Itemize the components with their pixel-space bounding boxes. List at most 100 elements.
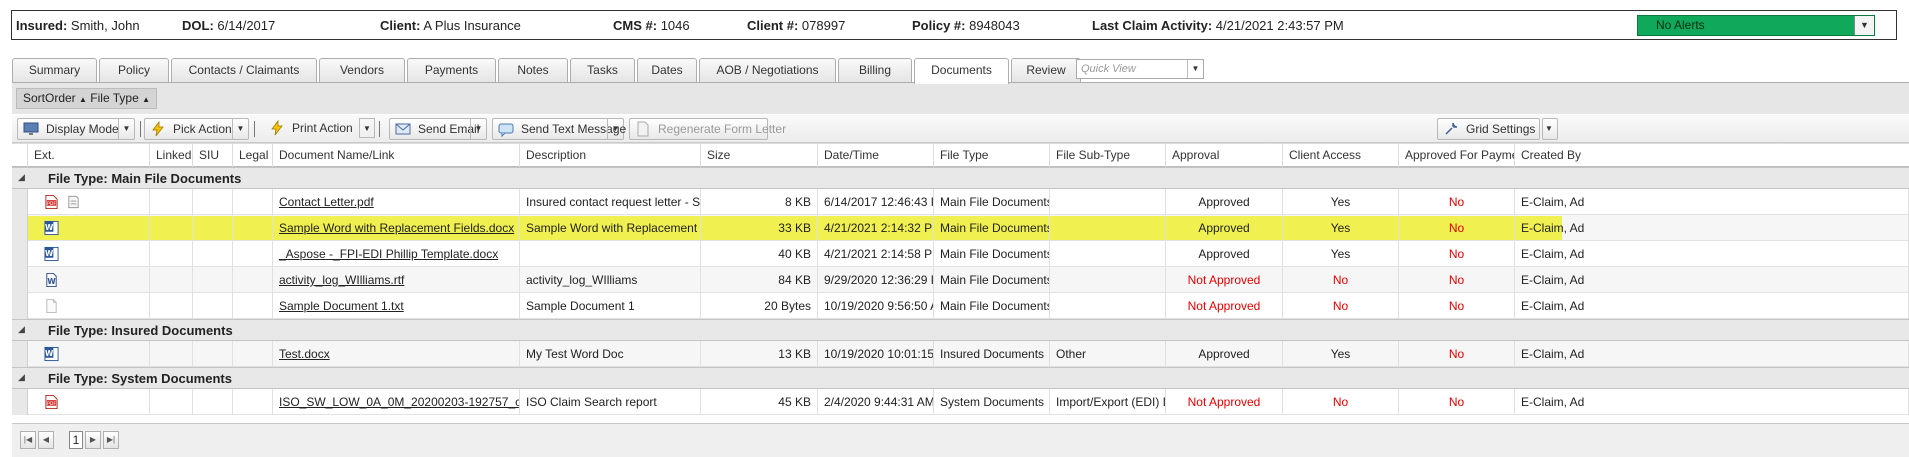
next-page-icon[interactable]: ▶ xyxy=(85,431,101,449)
chevron-down-icon[interactable]: ▼ xyxy=(1187,60,1203,78)
document-link[interactable]: _Aspose -_FPI-EDI Phillip Template.docx xyxy=(273,241,520,267)
display-mode-button[interactable]: Display Mode ▼ xyxy=(17,118,135,140)
word-icon[interactable]: W xyxy=(44,220,59,236)
cell-size: 84 KB xyxy=(701,267,818,293)
row-gutter xyxy=(12,293,28,319)
document-link[interactable]: Test.docx xyxy=(273,341,520,367)
tab-policy[interactable]: Policy xyxy=(99,58,169,82)
cell-empty xyxy=(193,189,233,215)
tab-billing[interactable]: Billing xyxy=(838,58,912,82)
tab-notes[interactable]: Notes xyxy=(498,58,568,82)
chevron-down-icon[interactable]: ▼ xyxy=(470,119,486,139)
grid-settings-button[interactable]: Grid Settings xyxy=(1437,118,1540,140)
col-ext[interactable]: Ext. xyxy=(28,144,150,167)
cell-file-type: Main File Documents xyxy=(934,215,1050,241)
document-link[interactable]: Contact Letter.pdf xyxy=(273,189,520,215)
table-row[interactable]: Wactivity_log_WIlliams.rtf activity_log_W… xyxy=(12,267,1909,293)
col-datetime[interactable]: Date/Time xyxy=(818,144,934,167)
cell-empty xyxy=(150,189,193,215)
collapse-icon[interactable]: ◢ xyxy=(18,172,25,183)
cell-empty xyxy=(233,267,273,293)
document-link[interactable]: Sample Document 1.txt xyxy=(273,293,520,319)
cell-empty xyxy=(193,293,233,319)
group-row[interactable]: ◢ File Type: Insured Documents xyxy=(12,319,1909,341)
chevron-down-icon[interactable]: ▼ xyxy=(1854,16,1874,35)
note-icon[interactable] xyxy=(66,194,81,210)
col-created-by[interactable]: Created By xyxy=(1515,144,1909,167)
chevron-down-icon[interactable]: ▼ xyxy=(118,119,134,139)
tab-payments[interactable]: Payments xyxy=(407,58,496,82)
table-row[interactable]: PDF Contact Letter.pdf Insured contact req… xyxy=(12,189,1909,215)
grid-settings-dropdown[interactable]: ▼ xyxy=(1542,118,1558,140)
tab-dates[interactable]: Dates xyxy=(637,58,697,82)
cell-created-by: E-Claim, Ad xyxy=(1515,215,1909,241)
chevron-down-icon[interactable]: ▼ xyxy=(232,119,248,139)
cell-created-by: E-Claim, Ad xyxy=(1515,267,1909,293)
pick-action-button[interactable]: Pick Action ▼ xyxy=(144,118,249,140)
pdf-icon[interactable]: PDF xyxy=(44,394,59,410)
quick-view-placeholder: Quick View xyxy=(1081,63,1136,75)
word-icon[interactable]: W xyxy=(44,246,59,262)
col-siu[interactable]: SIU xyxy=(193,144,233,167)
cell-file-type: Main File Documents xyxy=(934,293,1050,319)
collapse-icon[interactable]: ◢ xyxy=(18,324,25,335)
tab-vendors[interactable]: Vendors xyxy=(319,58,405,82)
document-link[interactable]: Sample Word with Replacement Fields.docx xyxy=(273,215,520,241)
text-file-icon[interactable] xyxy=(44,298,59,314)
chevron-down-icon[interactable]: ▼ xyxy=(1541,119,1557,139)
tab-tasks[interactable]: Tasks xyxy=(570,58,635,82)
regenerate-form-letter-button[interactable]: Regenerate Form Letter xyxy=(629,118,786,140)
send-text-message-button[interactable]: Send Text Message ▼ xyxy=(492,118,626,140)
cell-file-sub-type xyxy=(1050,267,1166,293)
col-client-access[interactable]: Client Access xyxy=(1283,144,1399,167)
table-row[interactable]: W Sample Word with Replacement Fields.doc… xyxy=(12,215,1909,241)
col-file-type[interactable]: File Type xyxy=(934,144,1050,167)
col-file-sub-type[interactable]: File Sub-Type xyxy=(1050,144,1166,167)
previous-page-icon[interactable]: ◀ xyxy=(38,431,54,449)
envelope-icon xyxy=(395,123,411,135)
document-link[interactable]: ISO_SW_LOW_0A_0M_20200203-192757_cms1046… xyxy=(273,389,520,415)
tab-summary[interactable]: Summary xyxy=(12,58,97,82)
pdf-icon[interactable]: PDF xyxy=(44,194,59,210)
table-row[interactable]: W _Aspose -_FPI-EDI Phillip Template.docx… xyxy=(12,241,1909,267)
cell-client-access: No xyxy=(1283,389,1399,415)
table-row[interactable]: Sample Document 1.txt Sample Document 1 20… xyxy=(12,293,1909,319)
tab-contacts-claimants[interactable]: Contacts / Claimants xyxy=(171,58,317,82)
alerts-dropdown[interactable]: No Alerts ▼ xyxy=(1637,15,1875,36)
print-action-button[interactable]: Print Action ▼ xyxy=(264,118,375,140)
col-linked[interactable]: Linked xyxy=(150,144,193,167)
chevron-down-icon[interactable]: ▼ xyxy=(359,118,375,138)
group-row[interactable]: ◢ File Type: Main File Documents xyxy=(12,167,1909,189)
last-page-icon[interactable]: ▶| xyxy=(103,431,119,449)
col-size[interactable]: Size xyxy=(701,144,818,167)
cell-approval: Not Approved xyxy=(1166,293,1283,319)
cell-file-sub-type xyxy=(1050,241,1166,267)
col-document-name[interactable]: Document Name/Link xyxy=(273,144,520,167)
document-toolbar: Display Mode ▼ Pick Action ▼ Print Actio… xyxy=(12,115,1909,143)
table-row[interactable]: PDF ISO_SW_LOW_0A_0M_20200203-192757_cms1… xyxy=(12,389,1909,415)
row-gutter xyxy=(12,341,28,367)
word-icon[interactable]: W xyxy=(44,346,59,362)
send-email-button[interactable]: Send Email ▼ xyxy=(389,118,487,140)
col-legal[interactable]: Legal xyxy=(233,144,273,167)
cell-client-access: Yes xyxy=(1283,189,1399,215)
rtf-icon[interactable]: W xyxy=(44,272,59,288)
table-row[interactable]: W Test.docx My Test Word Doc 13 KB 10/19/202… xyxy=(12,341,1909,367)
tab-review[interactable]: Review xyxy=(1011,58,1081,82)
tab-documents[interactable]: Documents xyxy=(914,58,1009,84)
col-description[interactable]: Description xyxy=(520,144,701,167)
tab-aob-negotiations[interactable]: AOB / Negotiations xyxy=(699,58,836,82)
document-link[interactable]: activity_log_WIlliams.rtf xyxy=(273,267,520,293)
col-approval[interactable]: Approval xyxy=(1166,144,1283,167)
collapse-icon[interactable]: ◢ xyxy=(18,372,25,383)
toolbar-separator xyxy=(140,121,141,137)
sort-chip[interactable]: SortOrder ▲ File Type ▲ xyxy=(16,88,158,109)
cell-approved-for-payment: No xyxy=(1399,341,1515,367)
first-page-icon[interactable]: |◀ xyxy=(20,431,36,449)
page-number[interactable]: 1 xyxy=(69,431,83,449)
chevron-down-icon[interactable]: ▼ xyxy=(607,119,623,139)
group-row[interactable]: ◢ File Type: System Documents xyxy=(12,367,1909,389)
quick-view-select[interactable]: Quick View ▼ xyxy=(1076,59,1204,79)
col-approved-for-payment[interactable]: Approved For Payment xyxy=(1399,144,1515,167)
cell-datetime: 6/14/2017 12:46:43 PM xyxy=(818,189,934,215)
